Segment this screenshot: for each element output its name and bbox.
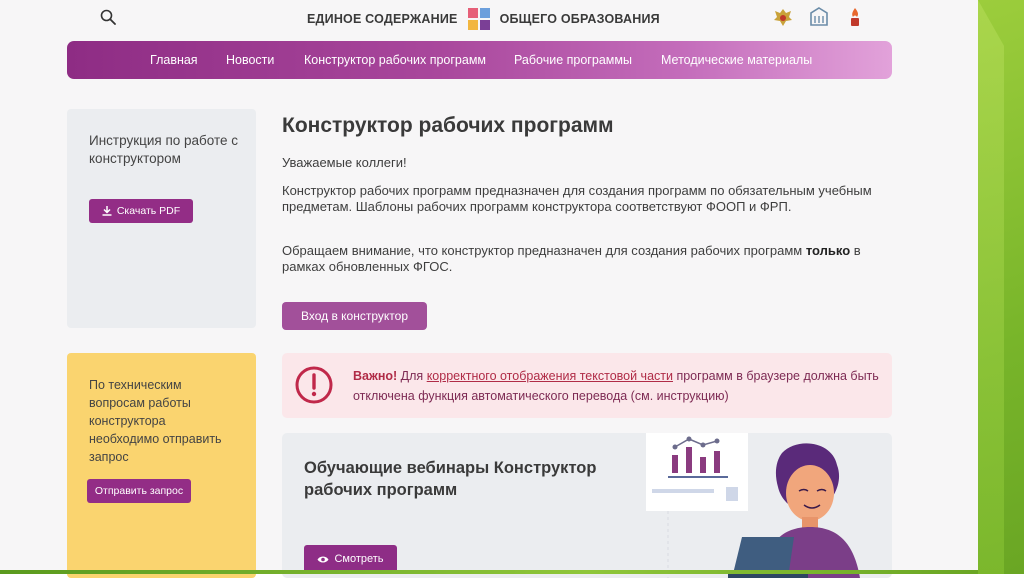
nav-item-methodical[interactable]: Методические материалы: [661, 53, 812, 67]
alert-text: Важно! Для корректного отображения текст…: [353, 366, 883, 406]
support-card: По техническим вопросам работы конструкт…: [67, 353, 256, 578]
alert-strong: Важно!: [353, 369, 398, 383]
decorative-green-strip: [978, 0, 1024, 574]
download-pdf-label: Скачать PDF: [116, 205, 181, 217]
eagle-emblem-icon: [774, 9, 792, 26]
enter-constructor-button[interactable]: Вход в конструктор: [282, 302, 427, 330]
watch-button[interactable]: Смотреть: [304, 545, 397, 573]
page-title: Конструктор рабочих программ: [282, 114, 614, 137]
important-alert: Важно! Для корректного отображения текст…: [282, 353, 892, 418]
notice-part-a: Обращаем внимание, что конструктор предн…: [282, 243, 806, 258]
nav-item-news[interactable]: Новости: [226, 53, 274, 67]
alert-link[interactable]: корректного отображения текстовой части: [427, 369, 673, 383]
webinar-illustration: [646, 433, 860, 578]
page: ЕДИНОЕ СОДЕРЖАНИЕ ОБЩЕГО ОБРАЗОВАНИЯ Гла…: [0, 0, 978, 578]
send-request-button[interactable]: Отправить запрос: [87, 479, 191, 503]
send-request-label: Отправить запрос: [94, 485, 184, 497]
intro-paragraph: Конструктор рабочих программ предназначе…: [282, 183, 872, 214]
torch-emblem-icon: [851, 8, 859, 26]
alert-pre: Для: [397, 369, 427, 383]
nav-item-work-programs[interactable]: Рабочие программы: [514, 53, 632, 67]
instruction-card: Инструкция по работе с конструктором Ска…: [67, 109, 256, 328]
webinar-card: Обучающие вебинары Конструктор рабочих п…: [282, 433, 892, 578]
eye-icon: [317, 556, 329, 562]
brand-text-right: ОБЩЕГО ОБРАЗОВАНИЯ: [499, 12, 660, 26]
decorative-bottom-line: [0, 570, 978, 574]
emblems: [772, 6, 866, 28]
download-pdf-button[interactable]: Скачать PDF: [89, 199, 193, 223]
institute-emblem-icon: [810, 7, 828, 26]
brand-text-left: ЕДИНОЕ СОДЕРЖАНИЕ: [307, 12, 458, 26]
brand-logo-icon: [467, 8, 490, 30]
main-nav: Главная Новости Конструктор рабочих прог…: [67, 41, 892, 79]
brand[interactable]: ЕДИНОЕ СОДЕРЖАНИЕ ОБЩЕГО ОБРАЗОВАНИЯ: [307, 8, 660, 30]
notice-paragraph: Обращаем внимание, что конструктор предн…: [282, 243, 892, 275]
exclamation-icon: [295, 366, 333, 404]
search-icon[interactable]: [100, 9, 116, 25]
support-text: По техническим вопросам работы конструкт…: [89, 378, 222, 464]
nav-item-home[interactable]: Главная: [150, 53, 198, 67]
watch-label: Смотреть: [334, 553, 384, 565]
notice-bold: только: [805, 243, 851, 258]
webinar-title: Обучающие вебинары Конструктор рабочих п…: [304, 459, 597, 499]
greeting: Уважаемые коллеги!: [282, 155, 407, 170]
instruction-text: Инструкция по работе с конструктором: [89, 133, 239, 166]
download-icon: [102, 206, 112, 216]
nav-item-constructor[interactable]: Конструктор рабочих программ: [304, 53, 486, 67]
